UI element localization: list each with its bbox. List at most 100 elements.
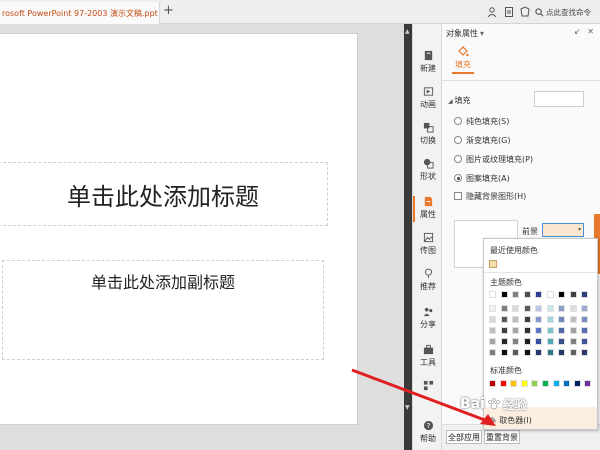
theme-tint-swatch[interactable] <box>512 338 519 345</box>
theme-tint-swatch[interactable] <box>581 338 588 345</box>
slide[interactable]: 单击此处添加标题 单击此处添加副标题 <box>0 33 358 425</box>
theme-color-swatch[interactable] <box>535 291 542 298</box>
theme-tint-swatch[interactable] <box>581 316 588 323</box>
theme-tint-swatch[interactable] <box>569 305 577 312</box>
pane-title-dropdown-icon[interactable]: ▾ <box>480 29 484 38</box>
option-gradient-fill[interactable]: 渐变填充(G) <box>454 134 510 146</box>
theme-tint-swatch[interactable] <box>581 327 588 334</box>
theme-color-swatch[interactable] <box>569 291 577 298</box>
theme-tint-swatch[interactable] <box>512 316 519 323</box>
theme-tint-swatch[interactable] <box>558 327 565 334</box>
theme-tint-swatch[interactable] <box>558 316 565 323</box>
new-tab-icon[interactable]: + <box>163 3 174 18</box>
theme-tint-swatch[interactable] <box>512 327 519 334</box>
theme-tint-swatch[interactable] <box>569 327 577 334</box>
option-pattern-fill[interactable]: 图案填充(A) <box>454 172 510 184</box>
user-settings-icon[interactable] <box>486 6 498 18</box>
rail-item-shape[interactable]: 形状 <box>413 158 443 182</box>
option-picture-texture-fill[interactable]: 图片或纹理填充(P) <box>454 153 533 165</box>
chevron-down-icon[interactable]: ▾ <box>578 226 581 233</box>
theme-tint-swatch[interactable] <box>489 305 496 312</box>
radio-button[interactable] <box>454 117 462 125</box>
theme-tint-swatch[interactable] <box>500 327 508 334</box>
theme-tint-swatch[interactable] <box>558 305 565 312</box>
recent-color-swatch[interactable] <box>489 260 497 268</box>
rail-item-transition[interactable]: 切换 <box>413 122 443 146</box>
theme-tint-swatch[interactable] <box>581 349 588 356</box>
theme-tint-swatch[interactable] <box>535 327 542 334</box>
theme-tint-swatch[interactable] <box>489 349 496 356</box>
standard-color-swatch[interactable] <box>573 380 581 387</box>
theme-tint-swatch[interactable] <box>569 349 577 356</box>
theme-tint-swatch[interactable] <box>581 305 588 312</box>
theme-tint-swatch[interactable] <box>546 316 554 323</box>
theme-color-swatch[interactable] <box>581 291 588 298</box>
theme-tint-swatch[interactable] <box>489 327 496 334</box>
apply-all-button[interactable]: 全部应用 <box>446 430 482 444</box>
slide-canvas[interactable]: 单击此处添加标题 单击此处添加副标题 <box>0 24 406 450</box>
radio-button[interactable] <box>454 155 462 163</box>
standard-color-swatch[interactable] <box>552 380 560 387</box>
fill-section-heading[interactable]: 填充 <box>448 95 471 106</box>
theme-tint-swatch[interactable] <box>523 305 531 312</box>
skin-icon[interactable] <box>519 6 531 18</box>
standard-color-swatch[interactable] <box>584 380 592 387</box>
theme-color-swatch[interactable] <box>489 291 496 298</box>
option-hide-background-graphics[interactable]: 隐藏背景图形(H) <box>454 190 526 202</box>
standard-color-swatch[interactable] <box>563 380 571 387</box>
theme-tint-swatch[interactable] <box>500 305 508 312</box>
theme-tint-swatch[interactable] <box>546 349 554 356</box>
theme-color-swatch[interactable] <box>500 291 508 298</box>
theme-tint-swatch[interactable] <box>523 327 531 334</box>
standard-color-swatch[interactable] <box>499 380 507 387</box>
title-placeholder[interactable]: 单击此处添加标题 <box>0 162 328 226</box>
command-search[interactable]: 点此查找命令 <box>535 4 597 20</box>
theme-tint-swatch[interactable] <box>500 316 508 323</box>
theme-color-swatch[interactable] <box>512 291 519 298</box>
theme-tint-swatch[interactable] <box>546 338 554 345</box>
theme-tint-swatch[interactable] <box>569 338 577 345</box>
document-tab[interactable]: rosoft PowerPoint 97-2003 演示文稿.ppt * × <box>0 2 160 24</box>
theme-tint-swatch[interactable] <box>512 305 519 312</box>
option-solid-fill[interactable]: 纯色填充(S) <box>454 115 509 127</box>
theme-tint-swatch[interactable] <box>535 305 542 312</box>
theme-tint-swatch[interactable] <box>558 338 565 345</box>
theme-tint-swatch[interactable] <box>500 338 508 345</box>
checkbox[interactable] <box>454 192 462 200</box>
theme-tint-swatch[interactable] <box>558 349 565 356</box>
fill-color-combo[interactable] <box>534 91 584 107</box>
radio-button[interactable] <box>454 136 462 144</box>
standard-color-swatch[interactable] <box>531 380 539 387</box>
standard-color-swatch[interactable] <box>510 380 518 387</box>
theme-color-swatch[interactable] <box>558 291 565 298</box>
rail-item-properties[interactable]: 属性 <box>413 196 443 222</box>
collapse-pane-icon[interactable]: ↙ <box>574 27 581 36</box>
rail-item-new[interactable]: 新建 <box>413 50 443 74</box>
theme-tint-swatch[interactable] <box>535 338 542 345</box>
reset-background-button[interactable]: 重置背景 <box>484 430 520 444</box>
theme-color-swatch[interactable] <box>546 291 554 298</box>
scroll-up-icon[interactable]: ▲ <box>405 28 410 35</box>
tab-fill[interactable]: 填充 <box>450 46 476 74</box>
rail-item-recommend[interactable]: 推荐 <box>413 268 443 292</box>
theme-tint-swatch[interactable] <box>546 327 554 334</box>
rail-item-tools[interactable]: 工具 <box>413 344 443 368</box>
document-icon[interactable] <box>503 6 515 18</box>
theme-tint-swatch[interactable] <box>512 349 519 356</box>
theme-tint-swatch[interactable] <box>535 349 542 356</box>
theme-color-swatch[interactable] <box>523 291 531 298</box>
standard-color-swatch[interactable] <box>542 380 549 387</box>
theme-tint-swatch[interactable] <box>500 349 508 356</box>
theme-tint-swatch[interactable] <box>523 338 531 345</box>
rail-item-upload-image[interactable]: 传图 <box>413 232 443 256</box>
theme-tint-swatch[interactable] <box>489 338 496 345</box>
foreground-color-combo[interactable]: ▾ <box>542 223 584 237</box>
close-pane-icon[interactable]: ✕ <box>587 27 594 36</box>
radio-button-checked[interactable] <box>454 174 462 182</box>
theme-tint-swatch[interactable] <box>523 349 531 356</box>
rail-item-animation[interactable]: 动画 <box>413 86 443 110</box>
theme-tint-swatch[interactable] <box>546 305 554 312</box>
theme-tint-swatch[interactable] <box>489 316 496 323</box>
theme-tint-swatch[interactable] <box>535 316 542 323</box>
theme-tint-swatch[interactable] <box>523 316 531 323</box>
